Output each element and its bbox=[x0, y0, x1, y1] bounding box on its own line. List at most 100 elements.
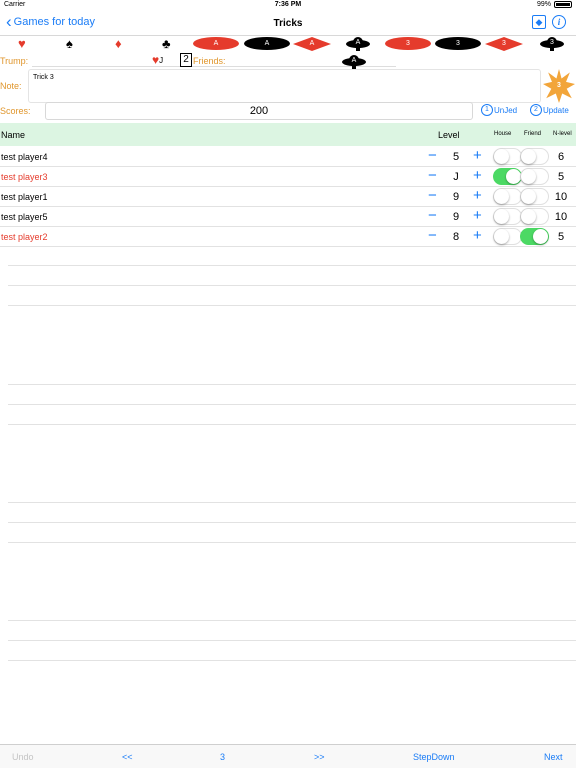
next-button[interactable]: Next bbox=[544, 752, 563, 762]
player-nlevel: 10 bbox=[554, 211, 568, 223]
table-row[interactable]: test player2 − 8 +5 bbox=[0, 227, 576, 247]
diamond-suit-button[interactable]: ♦ bbox=[115, 37, 122, 51]
unjed-label: UnJed bbox=[494, 105, 518, 115]
toggle-knob bbox=[494, 229, 509, 244]
update-button[interactable]: 2 Update bbox=[530, 104, 569, 116]
decrease-level-button[interactable]: − bbox=[428, 167, 437, 185]
decrease-level-button[interactable]: − bbox=[428, 187, 437, 205]
empty-row-line bbox=[8, 542, 576, 543]
club-ace-small-card[interactable]: A bbox=[332, 55, 376, 69]
scores-input[interactable]: 200 bbox=[45, 102, 473, 120]
starburst-badge-label: 3 bbox=[557, 82, 561, 89]
heart-suit-button[interactable]: ♥ bbox=[18, 37, 26, 51]
trump-selector-row: ♥ ♠ ♦ ♣ A A A A 3 3 3 3 bbox=[0, 37, 576, 51]
empty-row-line bbox=[8, 522, 576, 523]
empty-row-line bbox=[8, 640, 576, 641]
increase-level-button[interactable]: + bbox=[473, 187, 482, 205]
increase-level-button[interactable]: + bbox=[473, 227, 482, 245]
column-level: Level bbox=[438, 130, 460, 140]
heart-icon: ♥ bbox=[152, 53, 160, 67]
spade-ace-card[interactable]: A bbox=[244, 37, 290, 50]
house-toggle[interactable] bbox=[493, 188, 522, 205]
friends-count-box[interactable]: 2 bbox=[180, 53, 192, 67]
decrease-level-button[interactable]: − bbox=[428, 147, 437, 165]
column-name: Name bbox=[1, 130, 26, 140]
house-toggle[interactable] bbox=[493, 228, 522, 245]
club-suit-button[interactable]: ♣ bbox=[162, 37, 171, 51]
decrease-level-button[interactable]: − bbox=[428, 227, 437, 245]
friend-toggle[interactable] bbox=[520, 228, 549, 245]
increase-level-button[interactable]: + bbox=[473, 167, 482, 185]
friend-toggle[interactable] bbox=[520, 188, 549, 205]
unjed-number-icon: 1 bbox=[481, 104, 493, 116]
trump-info-row: Trump: ♥ J 2 Friends: A bbox=[0, 53, 576, 69]
player-name: test player2 bbox=[1, 232, 48, 242]
empty-row-line bbox=[8, 285, 576, 286]
heart-three-card[interactable]: 3 bbox=[385, 37, 431, 50]
increase-level-button[interactable]: + bbox=[473, 207, 482, 225]
column-nlevel: N-level bbox=[553, 131, 572, 137]
diamond-three-card[interactable]: 3 bbox=[485, 37, 523, 51]
empty-row-line bbox=[8, 502, 576, 503]
club-three-card[interactable]: 3 bbox=[530, 37, 574, 51]
scores-row: Scores: 200 1 UnJed 2 Update bbox=[0, 102, 576, 120]
battery-indicator: 99% bbox=[537, 1, 572, 8]
undo-button[interactable]: Undo bbox=[12, 752, 34, 762]
column-friend: Friend bbox=[524, 131, 542, 137]
friend-toggle[interactable] bbox=[520, 168, 549, 185]
club-ace-label: A bbox=[355, 39, 361, 46]
club-three-label: 3 bbox=[550, 39, 554, 46]
player-name: test player5 bbox=[1, 212, 48, 222]
house-toggle[interactable] bbox=[493, 168, 522, 185]
player-level: 9 bbox=[452, 211, 460, 223]
navigation-bar: ‹ Games for today Tricks ◆ i bbox=[0, 10, 576, 36]
friends-label: Friends: bbox=[193, 56, 226, 66]
house-toggle[interactable] bbox=[493, 148, 522, 165]
friend-toggle[interactable] bbox=[520, 148, 549, 165]
players-table-header: Name Level House Friend N-level bbox=[0, 123, 576, 146]
player-level: 5 bbox=[452, 151, 460, 163]
empty-row-line bbox=[8, 620, 576, 621]
heart-ace-card[interactable]: A bbox=[193, 37, 239, 50]
table-row[interactable]: test player5 − 9 +10 bbox=[0, 207, 576, 227]
table-row[interactable]: test player1 − 9 +10 bbox=[0, 187, 576, 207]
club-ace-card[interactable]: A bbox=[336, 37, 380, 51]
player-name: test player4 bbox=[1, 152, 48, 162]
bottom-toolbar: Undo << 3 >> StepDown Next bbox=[0, 744, 576, 768]
toggle-knob bbox=[494, 209, 509, 224]
diamond-ace-card[interactable]: A bbox=[293, 37, 331, 51]
spade-suit-button[interactable]: ♠ bbox=[66, 37, 73, 51]
toggle-knob bbox=[521, 169, 536, 184]
table-row[interactable]: test player3 − J +5 bbox=[0, 167, 576, 187]
friend-toggle[interactable] bbox=[520, 208, 549, 225]
empty-row-line bbox=[8, 660, 576, 661]
player-level: 8 bbox=[452, 231, 460, 243]
next-page-button[interactable]: >> bbox=[314, 752, 325, 762]
increase-level-button[interactable]: + bbox=[473, 147, 482, 165]
page-indicator: 3 bbox=[220, 752, 226, 762]
unjed-button[interactable]: 1 UnJed bbox=[481, 104, 517, 116]
note-label: Note: bbox=[0, 81, 22, 91]
toggle-knob bbox=[494, 189, 509, 204]
status-bar: Carrier 7:36 PM 99% bbox=[0, 0, 576, 10]
table-row[interactable]: test player4 − 5 +6 bbox=[0, 147, 576, 167]
stepdown-button[interactable]: StepDown bbox=[413, 752, 455, 762]
toggle-knob bbox=[494, 149, 509, 164]
player-nlevel: 10 bbox=[554, 191, 568, 203]
player-nlevel: 6 bbox=[557, 151, 565, 163]
trump-rank: J bbox=[159, 55, 164, 65]
clock: 7:36 PM bbox=[274, 1, 302, 8]
column-house: House bbox=[494, 131, 512, 137]
house-toggle[interactable] bbox=[493, 208, 522, 225]
trump-label: Trump: bbox=[0, 56, 29, 66]
previous-button[interactable]: << bbox=[122, 752, 133, 762]
cards-icon[interactable]: ◆ bbox=[532, 15, 546, 29]
club-ace-small-label: A bbox=[351, 57, 357, 64]
update-number-icon: 2 bbox=[530, 104, 542, 116]
decrease-level-button[interactable]: − bbox=[428, 207, 437, 225]
info-icon[interactable]: i bbox=[552, 15, 566, 29]
empty-row-line bbox=[8, 404, 576, 405]
spade-three-card[interactable]: 3 bbox=[435, 37, 481, 50]
note-textarea[interactable]: Trick 3 bbox=[28, 69, 541, 103]
note-row: Note: Trick 3 3 bbox=[0, 68, 576, 104]
